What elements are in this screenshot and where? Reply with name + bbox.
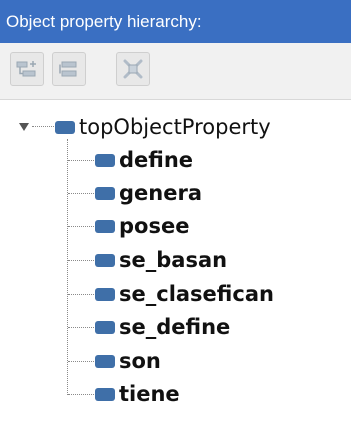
delete-property-icon — [122, 58, 144, 80]
tree-connector — [68, 160, 94, 161]
tree-item-se-basan[interactable]: se_basan — [95, 244, 227, 276]
property-node-icon — [95, 186, 115, 200]
add-sibling-property-icon — [58, 59, 80, 79]
tree-connector — [32, 126, 54, 127]
tree-item-label: tiene — [119, 382, 180, 406]
tree-connector — [67, 139, 68, 395]
tree-item-genera[interactable]: genera — [95, 177, 202, 209]
toolbar — [0, 43, 351, 100]
property-node-icon — [55, 120, 75, 134]
tree-item-label: topObjectProperty — [79, 115, 271, 139]
tree-connector — [68, 193, 94, 194]
tree-item-label: define — [119, 148, 194, 172]
tree-connector — [68, 327, 94, 328]
tree-connector — [68, 294, 94, 295]
tree-connector — [68, 394, 94, 395]
property-node-icon — [95, 354, 115, 368]
tree-connector — [68, 260, 94, 261]
property-node-icon — [95, 387, 115, 401]
add-sibling-property-button[interactable] — [52, 52, 86, 86]
tree-item-label: se_basan — [119, 248, 228, 272]
tree-item-label: se_clasefican — [119, 282, 274, 306]
add-subproperty-icon — [15, 59, 39, 79]
tree-item-label: son — [119, 349, 161, 373]
tree-item-posee[interactable]: posee — [95, 210, 189, 242]
collapse-triangle-icon[interactable] — [18, 118, 30, 131]
property-node-icon — [95, 320, 115, 334]
tree-connector — [68, 226, 94, 227]
property-node-icon — [95, 219, 115, 233]
tree-item-tiene[interactable]: tiene — [95, 378, 180, 410]
delete-property-button[interactable] — [116, 52, 150, 86]
tree-item-se-define[interactable]: se_define — [95, 311, 230, 343]
tree-item-define[interactable]: define — [95, 144, 193, 176]
object-property-hierarchy-panel: Object property hierarchy: topObjectProp… — [0, 0, 351, 421]
tree-connector — [68, 361, 94, 362]
tree-item-topobjectproperty[interactable]: topObjectProperty — [55, 111, 271, 143]
tree-item-label: posee — [119, 214, 190, 238]
panel-title: Object property hierarchy: — [0, 0, 351, 43]
tree-item-se-clasefican[interactable]: se_clasefican — [95, 278, 274, 310]
tree-item-label: genera — [119, 181, 202, 205]
tree-item-label: se_define — [119, 315, 231, 339]
property-node-icon — [95, 253, 115, 267]
property-node-icon — [95, 287, 115, 301]
property-node-icon — [95, 153, 115, 167]
add-subproperty-button[interactable] — [10, 52, 44, 86]
tree-item-son[interactable]: son — [95, 345, 161, 377]
